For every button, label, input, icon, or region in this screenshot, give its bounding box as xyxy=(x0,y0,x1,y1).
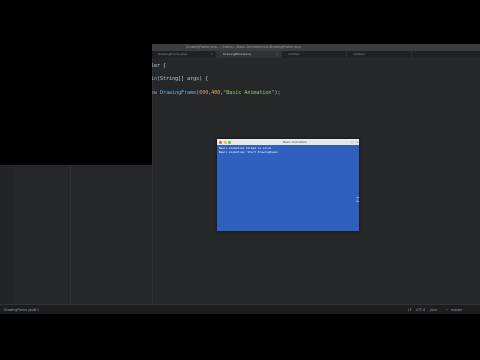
maximize-icon[interactable]: □ xyxy=(350,140,354,144)
console-line: Basic Animation: Start DrawingPanel xyxy=(219,149,278,154)
tab-drawingframe[interactable]: DrawingFrame.java × xyxy=(152,51,217,58)
tab-label: untitled xyxy=(288,52,300,56)
overlay-black-region xyxy=(0,0,152,165)
minimize-window-icon[interactable] xyxy=(223,140,227,144)
status-file[interactable]: DrawingFrame.java xyxy=(4,308,35,312)
string-literal: "Basic Animation" xyxy=(223,90,275,96)
code-line: new DrawingFrame(600,400,"Basic Animatio… xyxy=(148,90,281,96)
git-branch-icon: ⑂ xyxy=(446,308,448,312)
close-icon[interactable]: × xyxy=(355,140,359,144)
minimize-icon[interactable]: – xyxy=(345,140,349,144)
number-literal: 600 xyxy=(199,90,209,96)
app-window-titlebar[interactable]: Basic Animation – □ × xyxy=(217,139,359,145)
close-icon[interactable]: × xyxy=(275,51,278,58)
tab-untitled-1[interactable]: untitled xyxy=(282,51,347,58)
tab-label: DrawingFrame.java xyxy=(158,52,188,56)
type-name: DrawingFrame xyxy=(160,90,197,96)
mouse-cursor-icon: ⌶ xyxy=(356,197,360,204)
status-bar: DrawingFrame.java 5:1 LF UTF-8 Java ⑂ ma… xyxy=(0,304,480,314)
tab-label: untitled xyxy=(353,52,365,56)
status-encoding[interactable]: UTF-8 xyxy=(416,308,425,312)
status-language[interactable]: Java xyxy=(430,308,437,312)
code-text: ); xyxy=(274,90,281,96)
java-app-window[interactable]: Basic Animation – □ × Basic Animation th… xyxy=(217,139,359,231)
status-line-ending[interactable]: LF xyxy=(408,308,412,312)
app-window-title: Basic Animation xyxy=(283,140,308,145)
code-text: (String[] args) { xyxy=(157,76,209,82)
status-cursor-pos[interactable]: 5:1 xyxy=(34,308,39,312)
tab-label: DrawingPanel.java xyxy=(223,52,251,56)
editor-window-title: DrawingFrame.java — /Users/.../Basic Ani… xyxy=(186,45,301,50)
status-git-branch[interactable]: master xyxy=(451,308,462,312)
number-literal: 400 xyxy=(211,90,221,96)
app-console-output: Basic Animation thread is alive Basic An… xyxy=(219,146,278,154)
code-line: ain(String[] args) { xyxy=(148,76,208,82)
close-window-icon[interactable] xyxy=(219,140,222,144)
tab-untitled-2[interactable]: untitled xyxy=(347,51,412,58)
tab-drawingpanel[interactable]: DrawingPanel.java × xyxy=(217,51,282,58)
close-icon[interactable]: × xyxy=(210,51,213,58)
maximize-window-icon[interactable] xyxy=(228,140,231,144)
